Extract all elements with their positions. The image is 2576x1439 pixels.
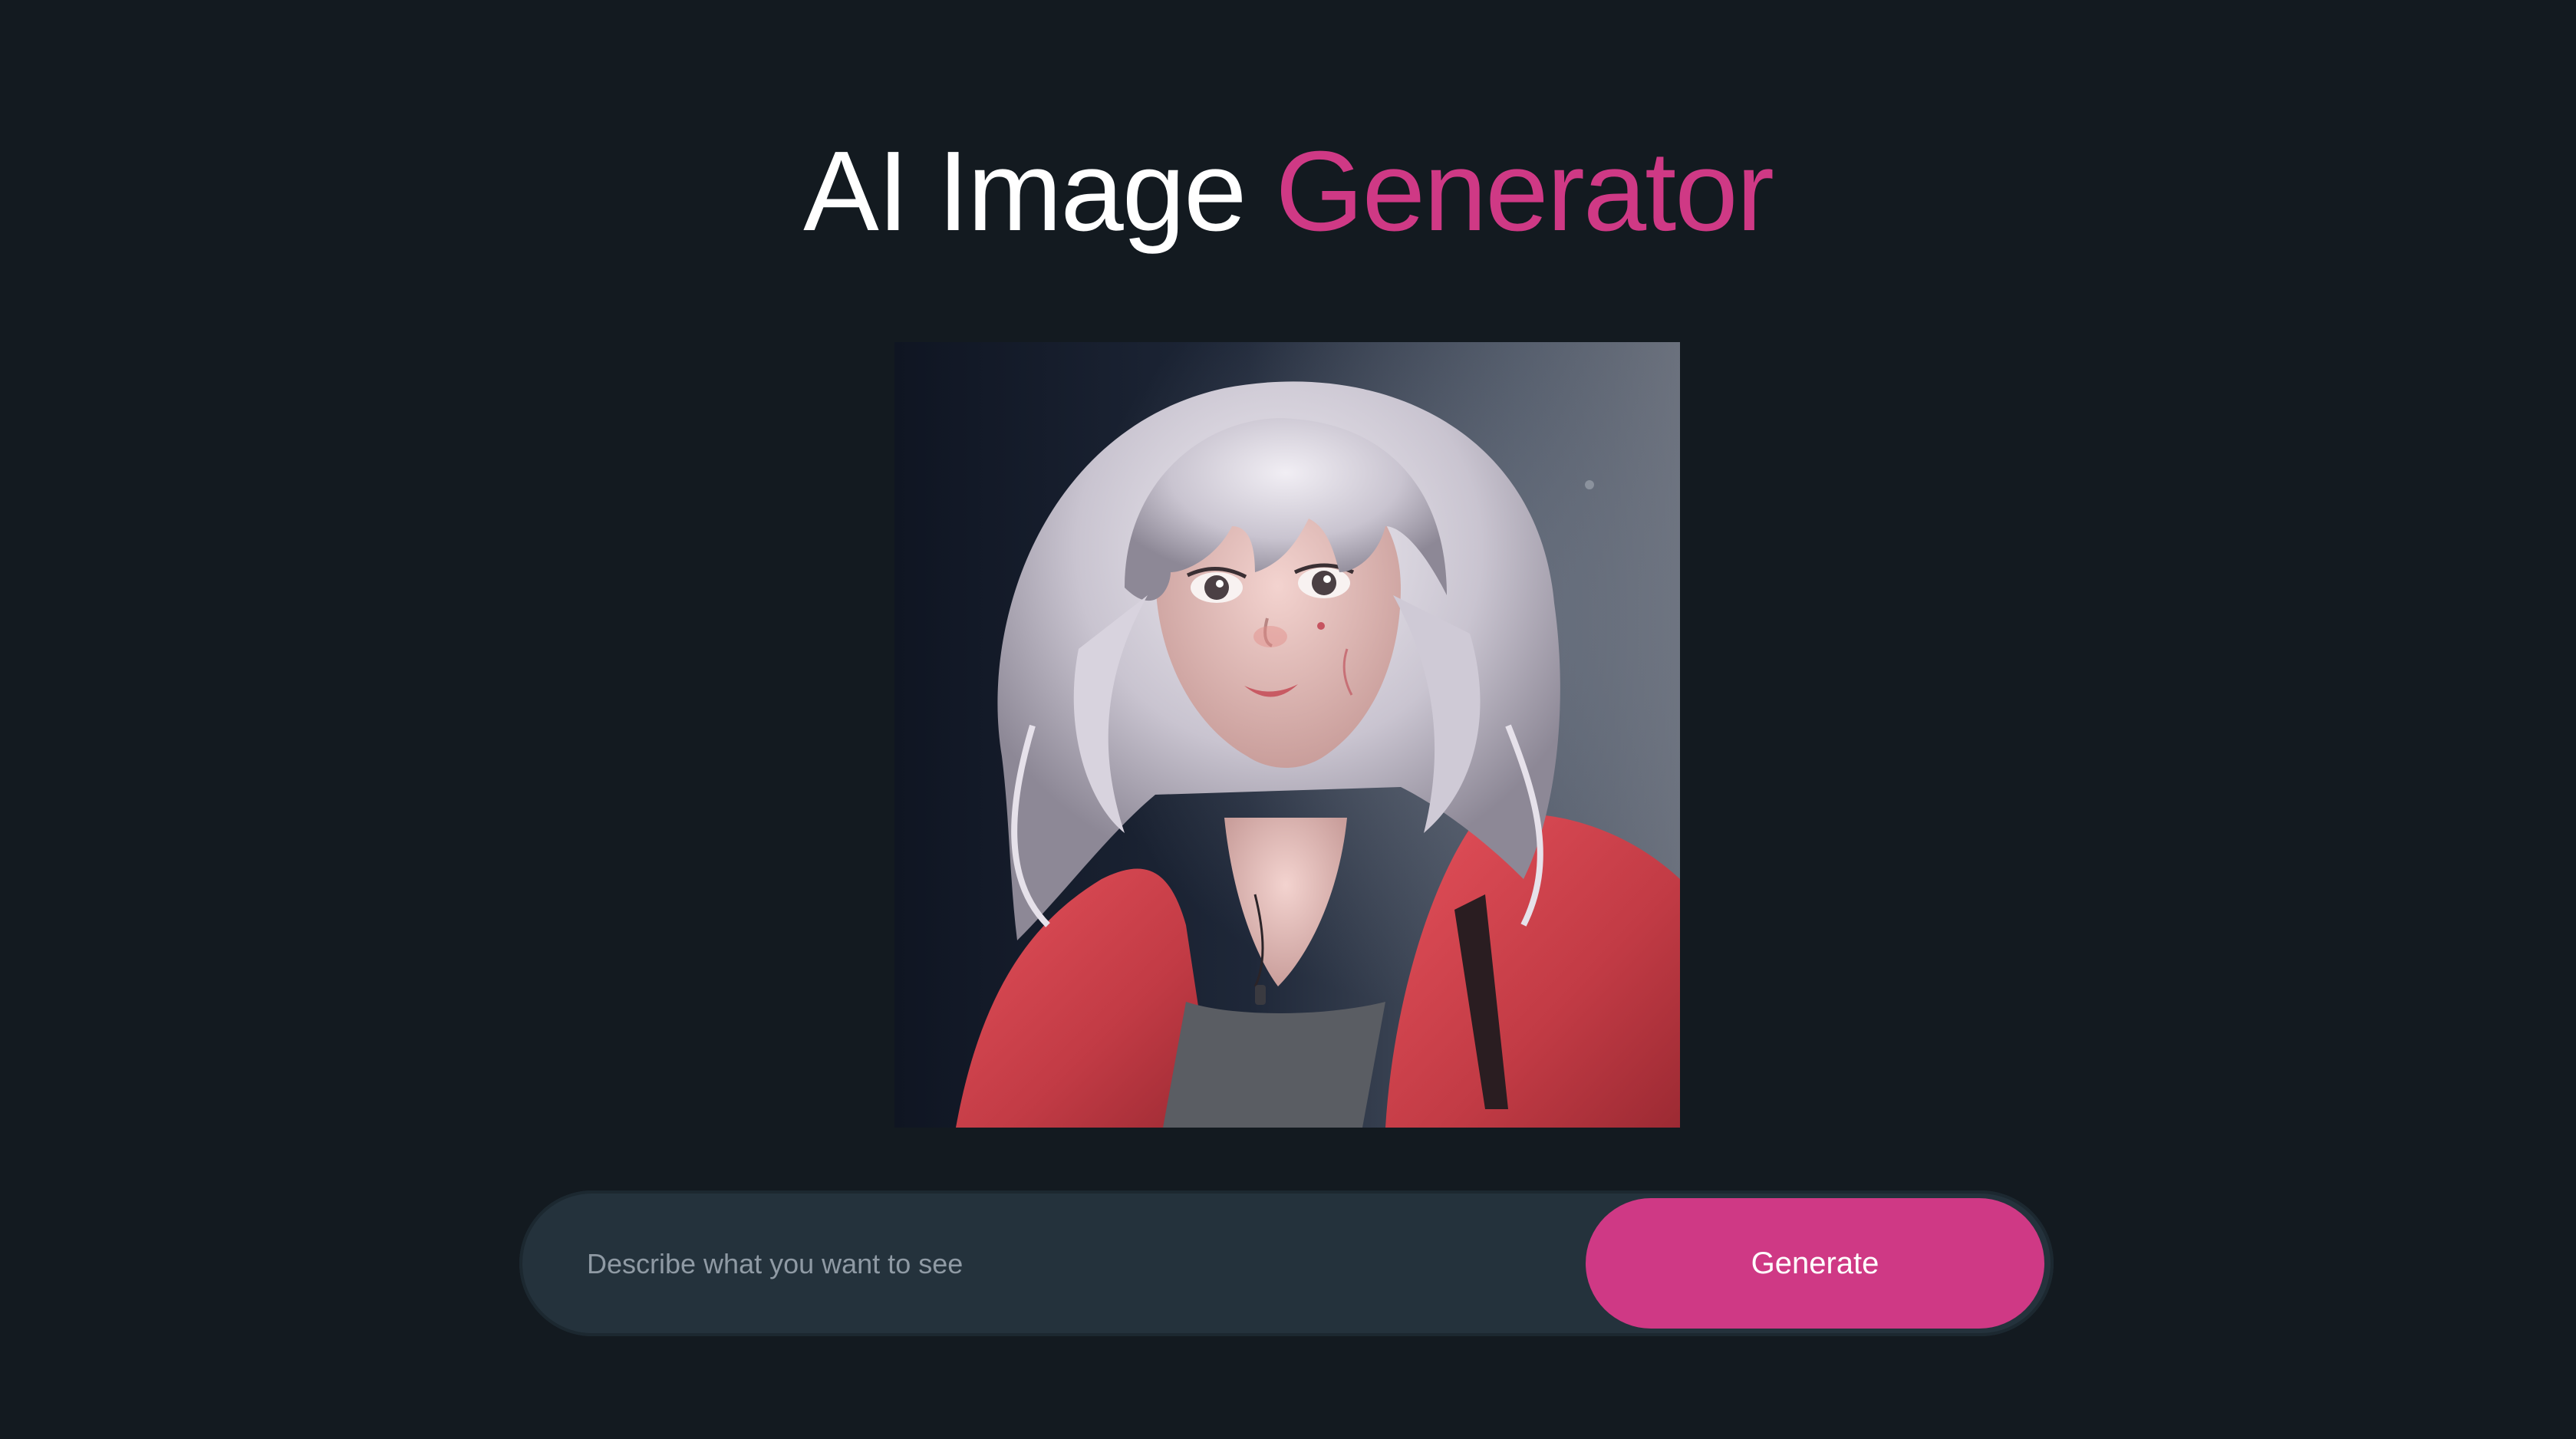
generated-image xyxy=(894,342,1680,1128)
prompt-bar: Generate xyxy=(519,1190,2054,1336)
app-page: AI Image Generator Describe what you wan… xyxy=(0,0,2576,1439)
generate-button[interactable]: Generate xyxy=(1586,1198,2044,1329)
generated-image-illustration xyxy=(894,342,1680,1128)
page-title-accent: Generator xyxy=(1275,128,1774,255)
prompt-input[interactable] xyxy=(585,1229,1509,1299)
page-title: AI Image Generator xyxy=(0,123,2576,261)
page-title-main: AI Image xyxy=(803,128,1276,255)
